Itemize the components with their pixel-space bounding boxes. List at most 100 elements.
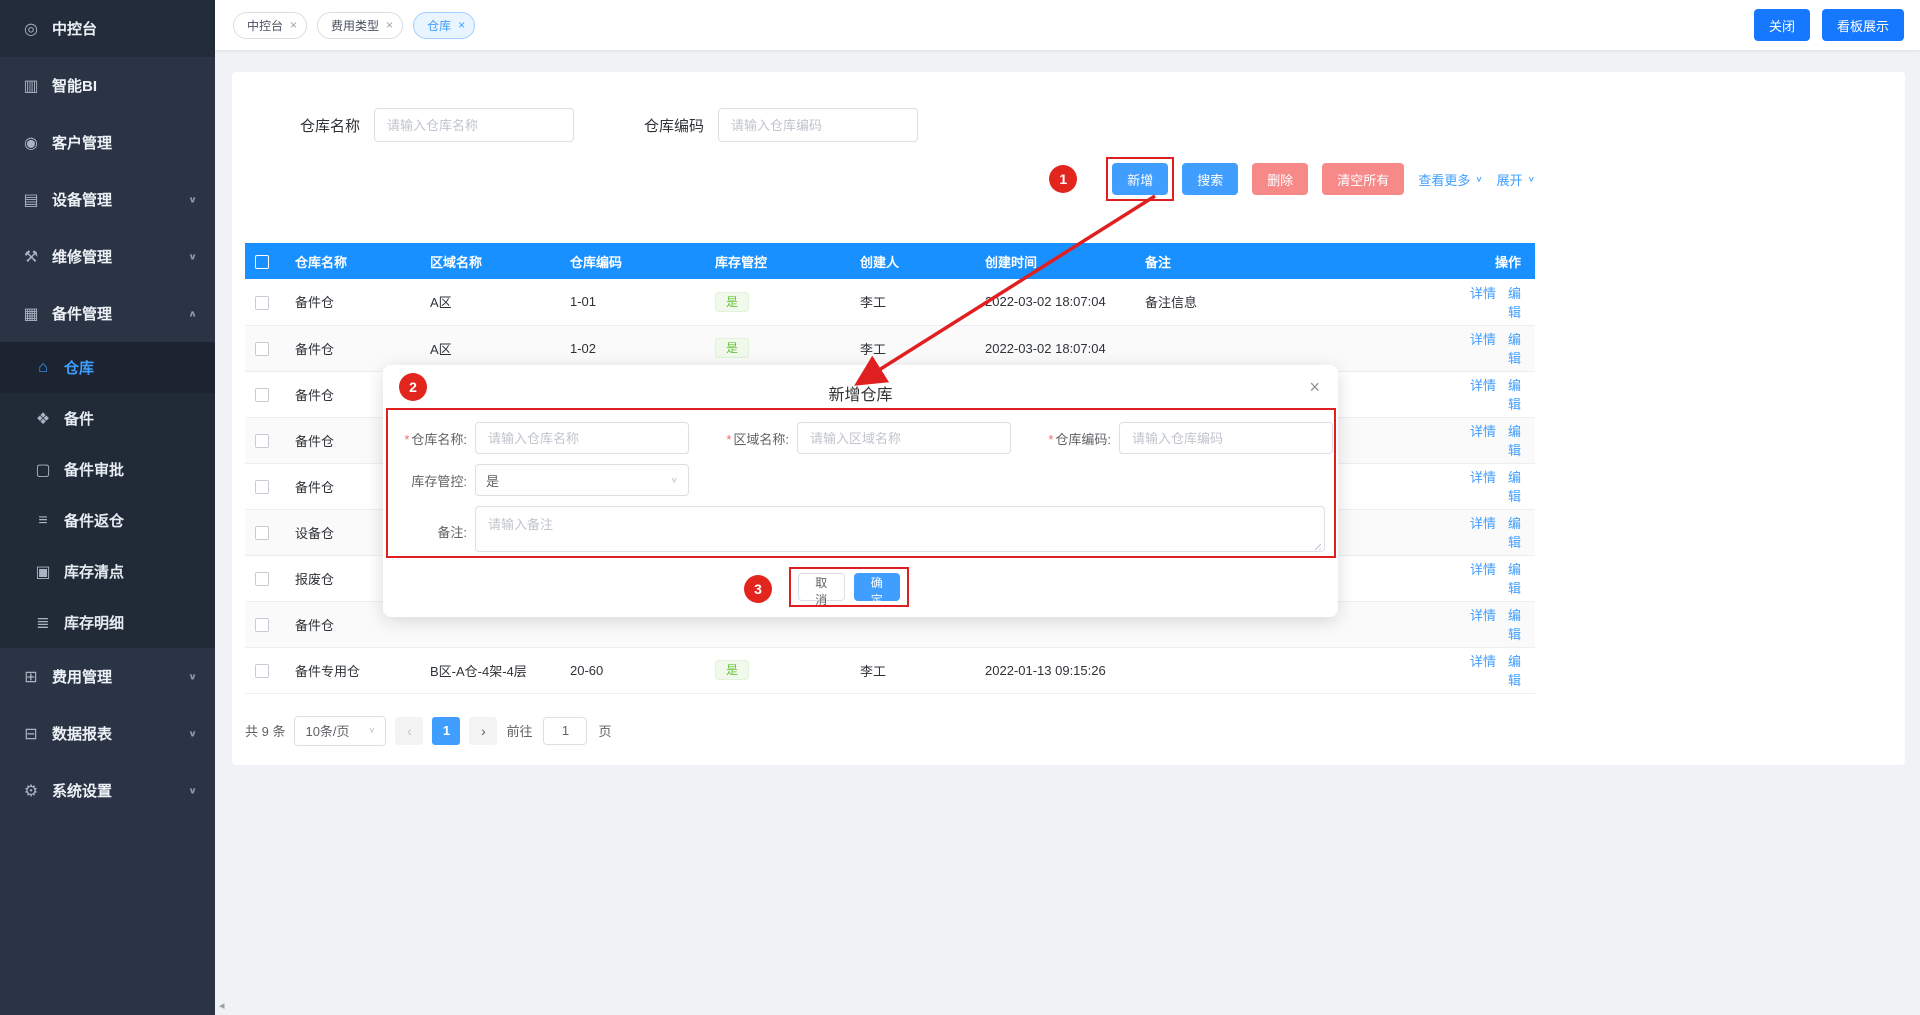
modal-area-input[interactable] <box>797 422 1011 454</box>
edit-link[interactable]: 编辑 <box>1508 332 1521 366</box>
modal-close-icon[interactable]: × <box>1309 378 1320 396</box>
warehouse-code-label: 仓库编码 <box>644 115 704 136</box>
sidebar-item-expense[interactable]: ⊞费用管理∨ <box>0 648 215 705</box>
cell-warehouse-code: 20-60 <box>560 647 705 693</box>
edit-link[interactable]: 编辑 <box>1508 562 1521 596</box>
sidebar-item-label: 备件返仓 <box>64 510 124 531</box>
detail-link[interactable]: 详情 <box>1470 654 1496 669</box>
close-button[interactable]: 关闭 <box>1754 9 1810 41</box>
detail-link[interactable]: 详情 <box>1470 286 1496 301</box>
detail-link[interactable]: 详情 <box>1470 424 1496 439</box>
detail-link[interactable]: 详情 <box>1470 378 1496 393</box>
detail-link[interactable]: 详情 <box>1470 470 1496 485</box>
tag-close-icon[interactable]: × <box>458 18 465 32</box>
page-size-select[interactable]: 10条/页 ∨ <box>294 716 386 746</box>
modal-title: 新增仓库 <box>383 365 1338 405</box>
sidebar-item-repair[interactable]: ⚒维修管理∨ <box>0 228 215 285</box>
tab-tag[interactable]: 仓库× <box>413 12 475 39</box>
expand-link[interactable]: 展开 ∨ <box>1497 170 1535 189</box>
edit-link[interactable]: 编辑 <box>1508 378 1521 412</box>
sidebar-item-stocktake[interactable]: ▣库存清点 <box>0 546 215 597</box>
column-header: 操作 <box>1445 243 1535 279</box>
warehouse-name-label: 仓库名称 <box>300 115 360 136</box>
edit-link[interactable]: 编辑 <box>1508 654 1521 688</box>
tag-close-icon[interactable]: × <box>290 18 297 32</box>
cell-actions: 详情编辑 <box>1445 601 1535 647</box>
chevron-down-icon: ∨ <box>188 671 197 681</box>
sidebar-item-console[interactable]: ◎中控台 <box>0 0 215 57</box>
row-checkbox[interactable] <box>255 572 269 586</box>
edit-link[interactable]: 编辑 <box>1508 424 1521 458</box>
device-icon: ▤ <box>22 190 40 210</box>
page-unit-label: 页 <box>598 721 611 740</box>
warehouse-code-input[interactable] <box>718 108 918 142</box>
tab-tag[interactable]: 中控台× <box>233 12 307 39</box>
sidebar-item-label: 客户管理 <box>52 132 112 153</box>
row-checkbox[interactable] <box>255 526 269 540</box>
clear-all-button[interactable]: 清空所有 <box>1322 163 1404 195</box>
sidebar-item-stock-detail[interactable]: ≣库存明细 <box>0 597 215 648</box>
chevron-down-icon: ∨ <box>1475 175 1482 184</box>
sidebar-item-settings[interactable]: ⚙系统设置∨ <box>0 762 215 819</box>
chevron-down-icon: ∨ <box>188 251 197 261</box>
row-checkbox[interactable] <box>255 296 269 310</box>
detail-link[interactable]: 详情 <box>1470 516 1496 531</box>
edit-link[interactable]: 编辑 <box>1508 286 1521 320</box>
detail-link[interactable]: 详情 <box>1470 562 1496 577</box>
total-count: 共 9 条 <box>245 721 285 740</box>
tag-close-icon[interactable]: × <box>386 18 393 32</box>
cell-warehouse-code: 1-01 <box>560 279 705 325</box>
board-display-button[interactable]: 看板展示 <box>1822 9 1904 41</box>
sidebar-item-warehouse[interactable]: ⌂仓库 <box>0 342 215 393</box>
app-root: ◎中控台▥智能BI◉客户管理▤设备管理∨⚒维修管理∨▦备件管理∧⌂仓库❖备件▢备… <box>0 0 1920 1015</box>
detail-link[interactable]: 详情 <box>1470 332 1496 347</box>
sidebar-item-label: 系统设置 <box>52 780 112 801</box>
modal-name-input[interactable] <box>475 422 689 454</box>
edit-link[interactable]: 编辑 <box>1508 470 1521 504</box>
cell-stock-control: 是 <box>705 647 850 693</box>
row-checkbox[interactable] <box>255 480 269 494</box>
modal-cancel-button[interactable]: 取消 <box>798 573 845 601</box>
collapse-arrow-icon[interactable]: ◂ <box>219 999 225 1012</box>
chevron-down-icon: ∨ <box>188 728 197 738</box>
sidebar-item-parts-return[interactable]: ≡备件返仓 <box>0 495 215 546</box>
prev-page-button[interactable]: ‹ <box>395 717 423 745</box>
detail-link[interactable]: 详情 <box>1470 608 1496 623</box>
row-checkbox[interactable] <box>255 434 269 448</box>
row-checkbox[interactable] <box>255 388 269 402</box>
row-checkbox-cell <box>245 509 285 555</box>
header-checkbox[interactable] <box>255 255 269 269</box>
row-checkbox[interactable] <box>255 618 269 632</box>
row-checkbox[interactable] <box>255 342 269 356</box>
cell-area-name: B区-A仓-4架-4层 <box>420 647 560 693</box>
sidebar-item-parts[interactable]: ❖备件 <box>0 393 215 444</box>
sidebar-menu: ◎中控台▥智能BI◉客户管理▤设备管理∨⚒维修管理∨▦备件管理∧⌂仓库❖备件▢备… <box>0 0 215 819</box>
warehouse-name-input[interactable] <box>374 108 574 142</box>
header-checkbox-cell <box>245 243 285 279</box>
modal-remark-textarea[interactable] <box>475 506 1325 552</box>
sidebar-item-parts-approval[interactable]: ▢备件审批 <box>0 444 215 495</box>
sidebar-item-devices[interactable]: ▤设备管理∨ <box>0 171 215 228</box>
tab-tag[interactable]: 费用类型× <box>317 12 403 39</box>
sidebar-item-bi[interactable]: ▥智能BI <box>0 57 215 114</box>
goto-page-input[interactable] <box>543 717 587 745</box>
sidebar-item-customers[interactable]: ◉客户管理 <box>0 114 215 171</box>
delete-button[interactable]: 删除 <box>1252 163 1308 195</box>
search-button[interactable]: 搜索 <box>1182 163 1238 195</box>
required-asterisk: * <box>1048 432 1053 447</box>
sidebar-item-spares[interactable]: ▦备件管理∧ <box>0 285 215 342</box>
modal-confirm-button[interactable]: 确定 <box>854 573 901 601</box>
edit-link[interactable]: 编辑 <box>1508 516 1521 550</box>
edit-link[interactable]: 编辑 <box>1508 608 1521 642</box>
next-page-button[interactable]: › <box>469 717 497 745</box>
expense-icon: ⊞ <box>22 667 40 687</box>
modal-code-input[interactable] <box>1119 422 1333 454</box>
current-page-button[interactable]: 1 <box>432 717 460 745</box>
modal-control-select[interactable]: 是 ∨ <box>475 464 689 496</box>
row-checkbox[interactable] <box>255 664 269 678</box>
view-more-link[interactable]: 查看更多 ∨ <box>1418 170 1482 189</box>
sidebar-item-label: 备件审批 <box>64 459 124 480</box>
add-button[interactable]: 新增 <box>1112 163 1168 195</box>
sidebar-item-reports[interactable]: ⊟数据报表∨ <box>0 705 215 762</box>
chevron-down-icon: ∨ <box>368 726 375 735</box>
